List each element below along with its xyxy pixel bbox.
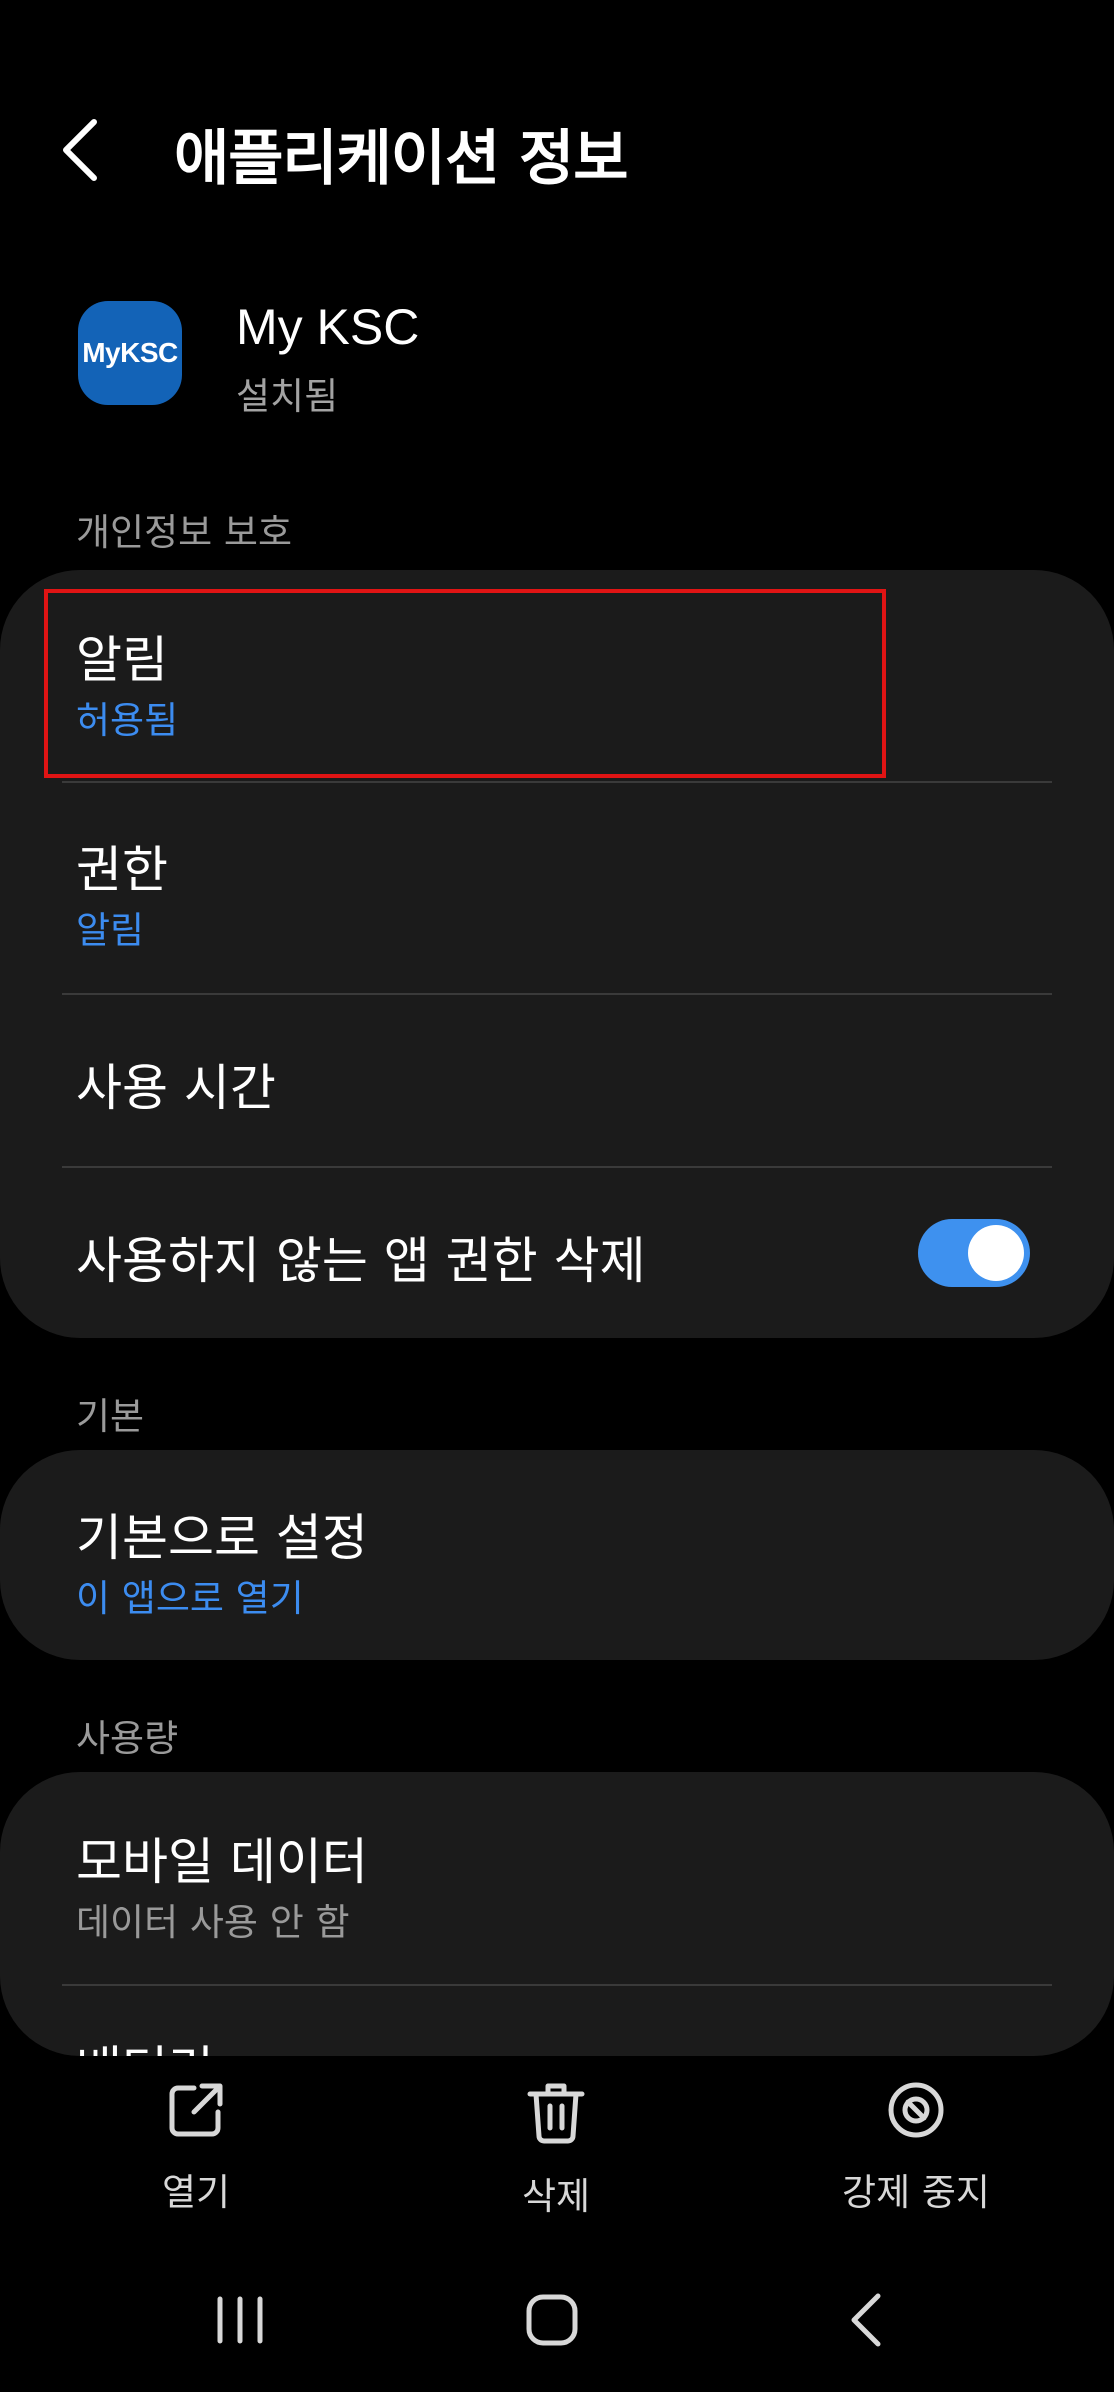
app-icon: MyKSC [78, 301, 182, 405]
delete-button[interactable]: 삭제 [426, 2080, 686, 2220]
trash-icon [527, 2083, 585, 2144]
permissions-title: 권한 [76, 841, 168, 899]
highlight-box [44, 589, 886, 778]
mobile-data-title: 모바일 데이터 [76, 1833, 368, 1891]
battery-row[interactable]: 배터리 [0, 1986, 1114, 2056]
section-label-privacy: 개인정보 보호 [76, 511, 293, 554]
back-button[interactable] [60, 100, 140, 200]
mobile-data-value: 데이터 사용 안 함 [76, 1901, 350, 1944]
mobile-data-row[interactable]: 모바일 데이터 데이터 사용 안 함 [0, 1772, 1114, 1984]
screen-time-row[interactable]: 사용 시간 [0, 994, 1114, 1167]
permissions-row[interactable]: 권한 알림 [0, 782, 1114, 993]
open-button[interactable]: 열기 [66, 2080, 326, 2216]
toggle-knob [968, 1225, 1024, 1281]
app-icon-text: MyKSC [82, 337, 178, 368]
remove-permissions-title: 사용하지 않는 앱 권한 삭제 [76, 1232, 646, 1290]
force-stop-button[interactable]: 강제 중지 [786, 2080, 1046, 2216]
app-name: My KSC [236, 299, 420, 355]
block-icon [888, 2082, 944, 2138]
permissions-value: 알림 [76, 909, 145, 952]
recents-icon [217, 2296, 263, 2344]
force-stop-label: 강제 중지 [842, 2171, 990, 2214]
set-default-value: 이 앱으로 열기 [76, 1577, 304, 1620]
screen-time-title: 사용 시간 [76, 1059, 276, 1117]
set-default-row[interactable]: 기본으로 설정 이 앱으로 열기 [0, 1450, 1114, 1660]
open-label: 열기 [161, 2171, 231, 2214]
nav-recents-button[interactable] [180, 2280, 300, 2360]
usage-card: 모바일 데이터 데이터 사용 안 함 배터리 [0, 1772, 1114, 2056]
chevron-left-icon [63, 119, 97, 181]
app-install-status: 설치됨 [236, 375, 339, 418]
nav-home-button[interactable] [492, 2280, 612, 2360]
open-external-icon [169, 2083, 223, 2137]
remove-permissions-toggle[interactable] [918, 1219, 1030, 1287]
delete-label: 삭제 [521, 2175, 591, 2218]
defaults-card: 기본으로 설정 이 앱으로 열기 [0, 1450, 1114, 1660]
nav-back-button[interactable] [806, 2280, 926, 2360]
home-icon [526, 2294, 578, 2346]
set-default-title: 기본으로 설정 [76, 1509, 368, 1567]
battery-title: 배터리 [76, 2030, 214, 2056]
back-icon [851, 2293, 881, 2347]
page-title: 애플리케이션 정보 [174, 124, 628, 194]
section-label-defaults: 기본 [76, 1395, 145, 1438]
section-label-usage: 사용량 [76, 1717, 179, 1760]
